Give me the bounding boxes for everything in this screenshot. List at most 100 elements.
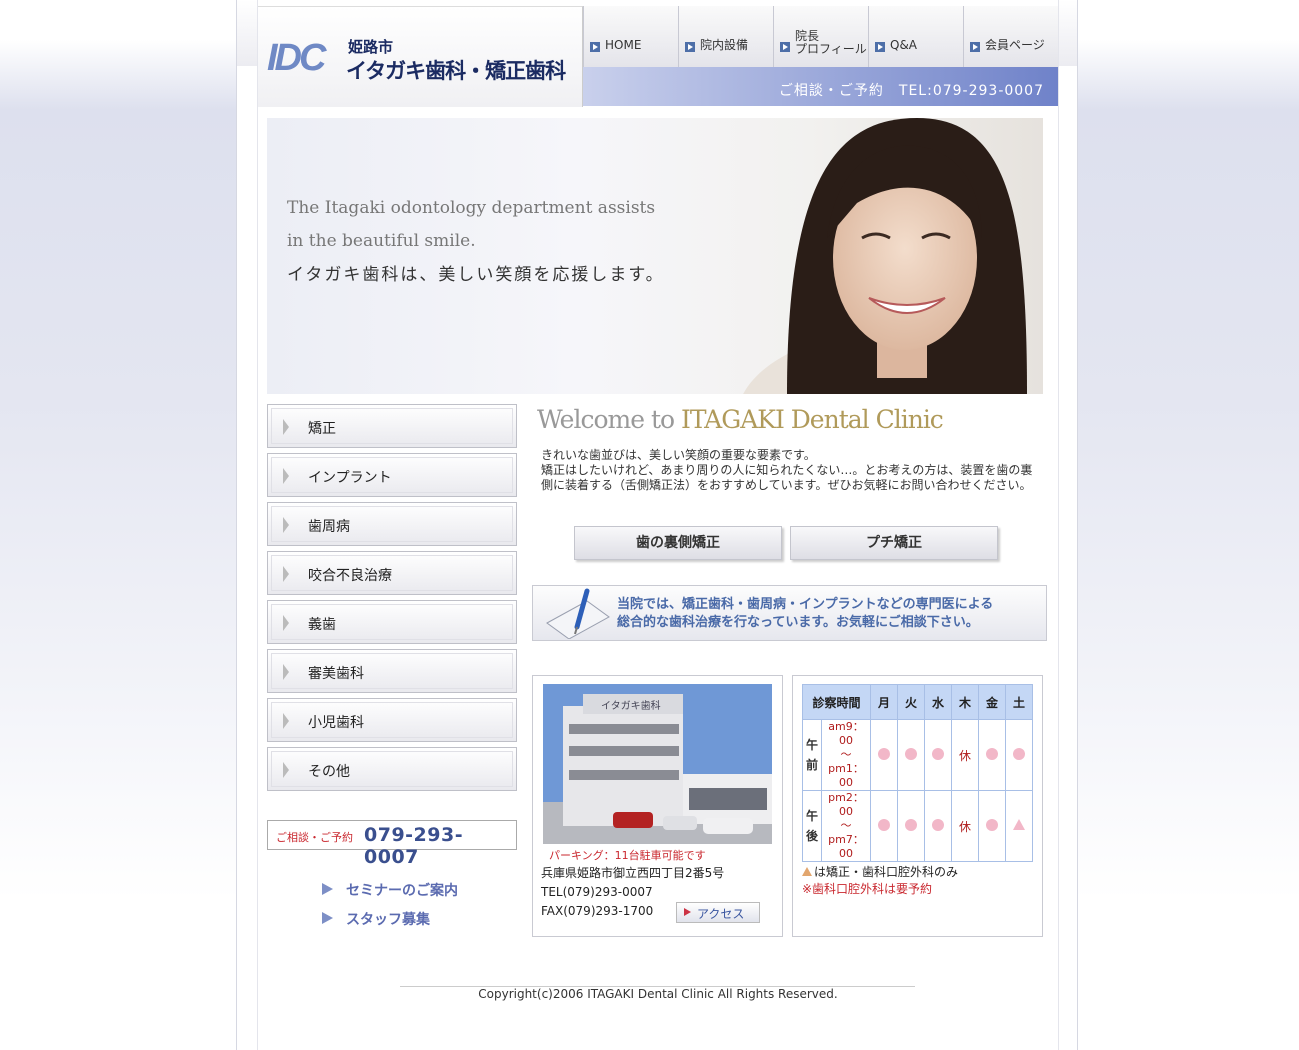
nav-facilities-label: 院内設備 [700, 38, 749, 52]
chevron-right-icon [283, 468, 289, 484]
chevron-right-icon [283, 713, 289, 729]
nav-members-label: 会員ページ [985, 38, 1045, 52]
nav-arrow-icon [780, 42, 790, 52]
hero-en-line2: in the beautiful smile. [287, 231, 476, 251]
menu-label: 小児歯科 [308, 715, 364, 731]
nav-arrow-icon [590, 42, 600, 52]
building-sign-text: イタガキ歯科 [601, 699, 661, 712]
day-tue: 火 [897, 684, 925, 720]
open-dot-icon [897, 719, 925, 791]
closed-mark: 休 [951, 790, 979, 862]
content-area: IDC 姫路市 イタガキ歯科・矯正歯科 HOME 院内設備 院長 プロフィール … [257, 0, 1059, 1050]
menu-cosmetic[interactable]: 審美歯科 [267, 649, 517, 693]
nav-home-label: HOME [605, 38, 642, 52]
specialist-banner[interactable]: 当院では、矯正歯科・歯周病・インプラントなどの専門医による 総合的な歯科治療を行… [532, 585, 1047, 641]
menu-label: 咬合不良治療 [308, 568, 392, 584]
side-tel-number: 079-293-0007 [364, 824, 464, 868]
petit-orthodontics-button[interactable]: プチ矯正 [790, 526, 998, 560]
site-logo[interactable]: IDC 姫路市 イタガキ歯科・矯正歯科 [258, 6, 583, 107]
nav-arrow-icon [685, 42, 695, 52]
chevron-right-icon [283, 517, 289, 533]
nav-director-profile[interactable]: 院長 プロフィール [773, 6, 868, 67]
limited-triangle-icon [1005, 790, 1033, 862]
menu-other[interactable]: その他 [267, 747, 517, 791]
menu-malocclusion[interactable]: 咬合不良治療 [267, 551, 517, 595]
nav-facilities[interactable]: 院内設備 [678, 6, 773, 67]
chevron-right-icon [283, 664, 289, 680]
day-thu: 木 [951, 684, 979, 720]
lingual-orthodontics-button[interactable]: 歯の裏側矯正 [574, 526, 782, 560]
menu-pediatric[interactable]: 小児歯科 [267, 698, 517, 742]
pen-and-paper-icon [546, 588, 610, 639]
banner-text: 当院では、矯正歯科・歯周病・インプラントなどの専門医による 総合的な歯科治療を行… [617, 596, 993, 632]
menu-label: 矯正 [308, 421, 336, 437]
nav-director-profile-label: 院長 プロフィール [795, 29, 867, 56]
arrow-right-icon [322, 912, 333, 924]
side-menu: 矯正 インプラント 歯周病 咬合不良治療 義歯 審美歯科 小児歯科 その他 [267, 404, 517, 796]
open-dot-icon [897, 790, 925, 862]
welcome-heading: Welcome to ITAGAKI Dental Clinic [537, 405, 944, 434]
closed-mark: 休 [951, 719, 979, 791]
smiling-woman-photo [743, 118, 1027, 394]
nav-arrow-icon [875, 42, 885, 52]
clinic-info-box: イタガキ歯科 パーキング：11台駐車可能です 兵庫県姫路市御立西四丁目2番5号 … [532, 675, 783, 937]
logo-clinic-name: イタガキ歯科・矯正歯科 [346, 59, 566, 83]
chevron-right-icon [283, 566, 289, 582]
nav-home[interactable]: HOME [583, 6, 678, 67]
day-sat: 土 [1005, 684, 1033, 720]
open-dot-icon [870, 790, 898, 862]
chevron-right-icon [283, 615, 289, 631]
chevron-right-icon [283, 762, 289, 778]
hero-english-text: The Itagaki odontology department assist… [287, 192, 655, 258]
period-label: 午後 [802, 790, 822, 862]
open-dot-icon [924, 790, 952, 862]
clinic-tel: TEL(079)293-0007 [541, 885, 653, 899]
arrow-right-icon [684, 908, 691, 916]
menu-periodontal[interactable]: 歯周病 [267, 502, 517, 546]
seminar-link-label: セミナーのご案内 [346, 883, 458, 899]
day-fri: 金 [978, 684, 1006, 720]
nav-arrow-icon [970, 42, 980, 52]
hours-note-triangle: は矯正・歯科口腔外科のみ [802, 863, 958, 880]
intro-text: きれいな歯並びは、美しい笑顔の重要な要素です。 矯正はしたいけれど、あまり周りの… [541, 448, 1033, 492]
day-wed: 水 [924, 684, 952, 720]
copyright: Copyright(c)2006 ITAGAKI Dental Clinic A… [478, 987, 838, 1001]
open-dot-icon [924, 719, 952, 791]
header-tel-text: ご相談・ご予約 TEL:079-293-0007 [778, 83, 1044, 99]
menu-label: その他 [308, 764, 350, 780]
hero-banner: The Itagaki odontology department assist… [267, 118, 1043, 394]
nav-qa-label: Q&A [890, 38, 918, 52]
access-button-label: アクセス [697, 907, 745, 921]
menu-label: 義歯 [308, 617, 336, 633]
menu-implant[interactable]: インプラント [267, 453, 517, 497]
hero-japanese-text: イタガキ歯科は、美しい笑顔を応援します。 [287, 265, 665, 285]
side-tel-label: ご相談・ご予約 [276, 831, 353, 844]
access-button[interactable]: アクセス [676, 902, 760, 923]
header-tel-bar: ご相談・ご予約 TEL:079-293-0007 [583, 67, 1058, 106]
banner-line2: 総合的な歯科治療を行なっています。お気軽にご相談下さい。 [617, 615, 979, 630]
hours-row-afternoon: 午後 pm2：00 〜 pm7：00 休 [802, 790, 1033, 862]
menu-dentures[interactable]: 義歯 [267, 600, 517, 644]
logo-city: 姫路市 [348, 38, 394, 56]
hero-en-line1: The Itagaki odontology department assist… [287, 198, 656, 218]
time-range: am9：00 〜 pm1：00 [821, 719, 871, 791]
nav-qa[interactable]: Q&A [868, 6, 963, 67]
page-frame: IDC 姫路市 イタガキ歯科・矯正歯科 HOME 院内設備 院長 プロフィール … [236, 0, 1078, 1050]
open-dot-icon [978, 719, 1006, 791]
open-dot-icon [1005, 719, 1033, 791]
staff-recruit-link-label: スタッフ募集 [346, 912, 430, 928]
nav-members[interactable]: 会員ページ [963, 6, 1058, 67]
menu-label: インプラント [308, 470, 392, 486]
logo-mark: IDC [267, 37, 326, 79]
time-range: pm2：00 〜 pm7：00 [821, 790, 871, 862]
main-nav: HOME 院内設備 院長 プロフィール Q&A 会員ページ [583, 6, 1058, 67]
open-dot-icon [870, 719, 898, 791]
hours-header: 診察時間 [802, 684, 871, 720]
welcome-prefix: Welcome to [537, 405, 681, 434]
day-mon: 月 [870, 684, 898, 720]
clinic-address: 兵庫県姫路市御立西四丁目2番5号 [541, 866, 725, 880]
clinic-building-photo: イタガキ歯科 [543, 684, 772, 844]
consultation-hours-box: 診察時間 月 火 水 木 金 土 午前 am9：00 〜 pm1：00 休 午後… [792, 675, 1043, 937]
chevron-right-icon [283, 419, 289, 435]
menu-orthodontics[interactable]: 矯正 [267, 404, 517, 448]
